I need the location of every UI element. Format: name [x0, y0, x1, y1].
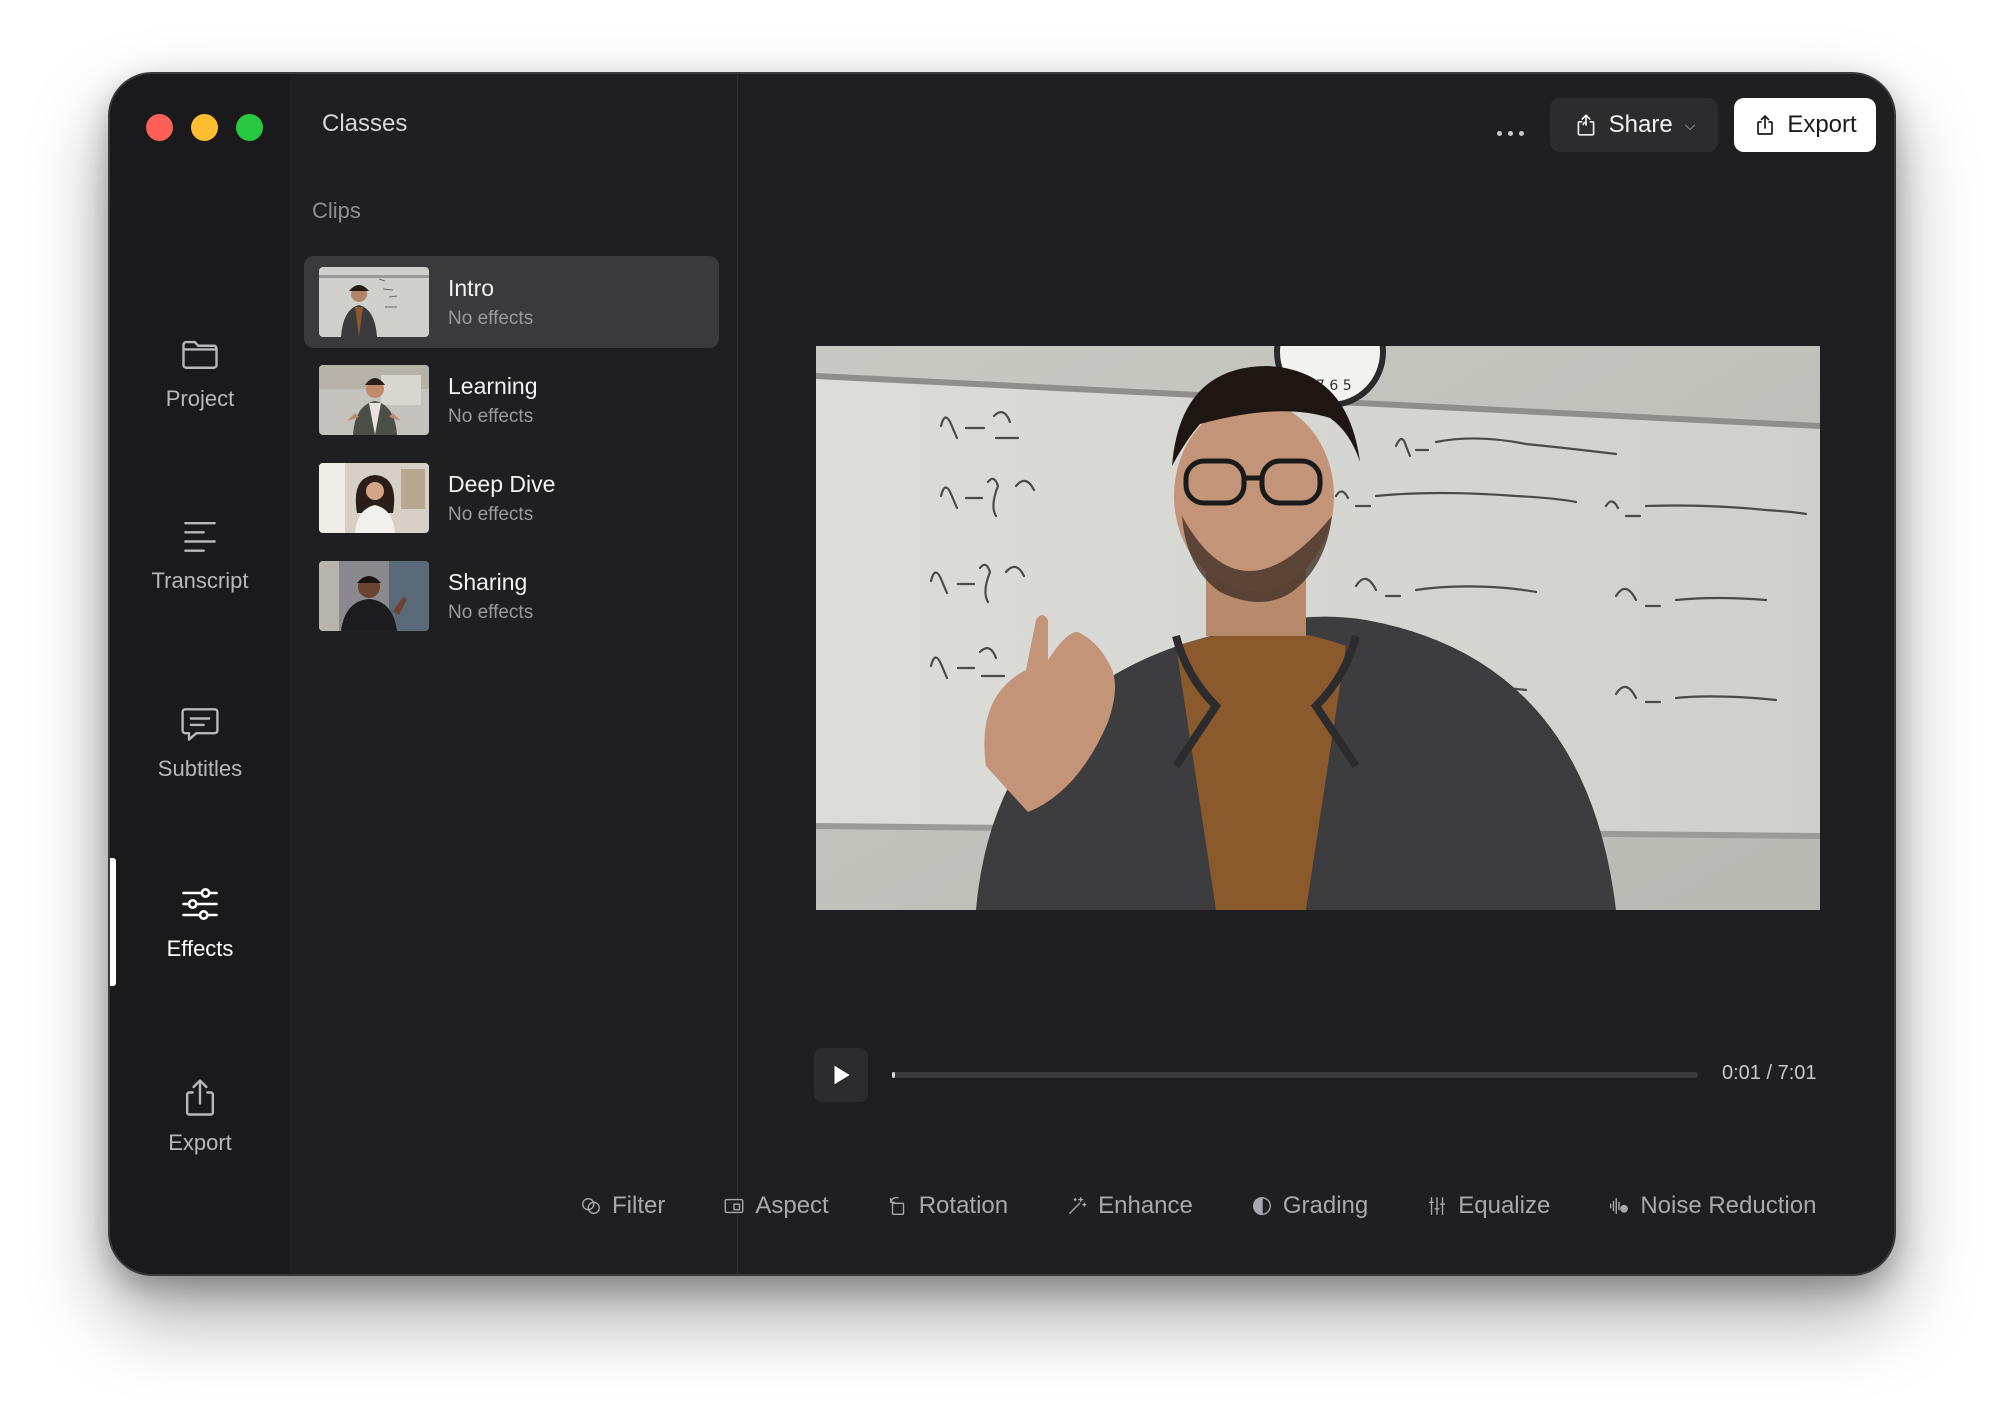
scrubber-progress	[892, 1072, 896, 1078]
share-button[interactable]: Share ⌵	[1550, 98, 1718, 152]
clip-status: No effects	[448, 405, 534, 427]
tool-aspect[interactable]: Aspect	[723, 1192, 829, 1220]
clips-panel: Classes Clips Intro No effects Learning …	[290, 74, 738, 1274]
minimize-window-button[interactable]	[191, 114, 218, 141]
sidebar-nav: Project Transcript Subtitles Effects Exp…	[110, 74, 290, 1274]
aspect-icon	[724, 1198, 744, 1214]
clip-name: Intro	[448, 274, 495, 301]
tool-label: Filter	[612, 1192, 666, 1219]
tool-rotation[interactable]: Rotation	[887, 1192, 1008, 1220]
equalize-icon	[1429, 1197, 1446, 1215]
sliders-icon	[182, 888, 218, 920]
nav-item-export[interactable]: Export	[110, 1052, 290, 1180]
rotation-icon	[889, 1196, 904, 1215]
clip-item-learning[interactable]: Learning No effects	[304, 354, 719, 446]
clip-name: Learning	[448, 372, 538, 399]
playback-scrubber[interactable]	[892, 1072, 1698, 1078]
export-icon	[185, 1079, 215, 1116]
more-dot	[1507, 130, 1513, 136]
tool-equalize[interactable]: Equalize	[1426, 1192, 1550, 1220]
tool-noise-reduction[interactable]: Noise Reduction	[1608, 1192, 1816, 1220]
window-controls	[146, 114, 263, 141]
tool-label: Grading	[1282, 1192, 1369, 1219]
upload-icon	[1757, 115, 1774, 135]
clip-thumbnail	[319, 463, 429, 533]
clip-thumbnail	[319, 561, 429, 631]
close-window-button[interactable]	[146, 114, 173, 141]
zoom-window-button[interactable]	[236, 114, 263, 141]
clip-thumbnail	[319, 365, 429, 435]
tool-label: Noise Reduction	[1640, 1192, 1817, 1219]
play-button[interactable]	[814, 1048, 868, 1102]
share-icon	[1577, 114, 1595, 136]
tool-label: Enhance	[1098, 1192, 1193, 1219]
export-button[interactable]: Export	[1734, 98, 1876, 152]
more-dot	[1518, 130, 1524, 136]
chevron-down-icon: ⌵	[1684, 116, 1696, 133]
clip-thumbnail	[319, 267, 429, 337]
clip-status: No effects	[448, 601, 534, 623]
window-title: Classes	[322, 110, 408, 137]
folder-icon	[182, 340, 218, 369]
nav-item-subtitles[interactable]: Subtitles	[110, 678, 290, 806]
clip-status: No effects	[448, 307, 534, 329]
tool-grading[interactable]: Grading	[1251, 1192, 1368, 1220]
clips-heading: Clips	[312, 198, 361, 223]
tool-label: Aspect	[755, 1192, 829, 1219]
tool-filter[interactable]: Filter	[580, 1192, 665, 1220]
more-dot	[1496, 130, 1502, 136]
nav-item-label: Transcript	[151, 568, 249, 593]
nav-item-label: Export	[168, 1130, 232, 1155]
nav-item-label: Project	[165, 386, 235, 411]
effects-toolbar: Filter Aspect Rotation Enhance Grading E…	[580, 1186, 1816, 1226]
tool-enhance[interactable]: Enhance	[1066, 1192, 1193, 1220]
filter-icon	[582, 1197, 600, 1215]
nav-item-label: Effects	[166, 936, 234, 961]
nav-item-label: Subtitles	[157, 756, 243, 781]
clip-item-deep-dive[interactable]: Deep Dive No effects	[304, 452, 719, 544]
clip-status: No effects	[448, 503, 534, 525]
enhance-icon	[1069, 1197, 1087, 1215]
playback-time: 0:01 / 7:01	[1722, 1062, 1817, 1084]
app-window: Project Transcript Subtitles Effects Exp…	[108, 72, 1896, 1276]
clip-name: Deep Dive	[448, 470, 556, 497]
transcript-icon	[184, 521, 216, 552]
clip-name: Sharing	[448, 568, 528, 595]
subtitles-icon	[181, 708, 219, 741]
export-label: Export	[1787, 111, 1857, 138]
nav-item-effects[interactable]: Effects	[110, 858, 290, 986]
tool-label: Rotation	[918, 1192, 1009, 1219]
tool-label: Equalize	[1458, 1192, 1551, 1219]
grading-icon	[1252, 1197, 1271, 1215]
clip-item-intro[interactable]: Intro No effects	[304, 256, 719, 348]
play-icon	[834, 1065, 850, 1085]
video-preview[interactable]: 7 6 5	[816, 346, 1820, 910]
nav-item-project[interactable]: Project	[110, 308, 290, 436]
noise-reduction-icon	[1610, 1197, 1629, 1215]
more-options-button[interactable]	[1488, 118, 1532, 148]
clip-item-sharing[interactable]: Sharing No effects	[304, 550, 719, 642]
share-label: Share	[1608, 111, 1673, 138]
nav-item-transcript[interactable]: Transcript	[110, 490, 290, 618]
